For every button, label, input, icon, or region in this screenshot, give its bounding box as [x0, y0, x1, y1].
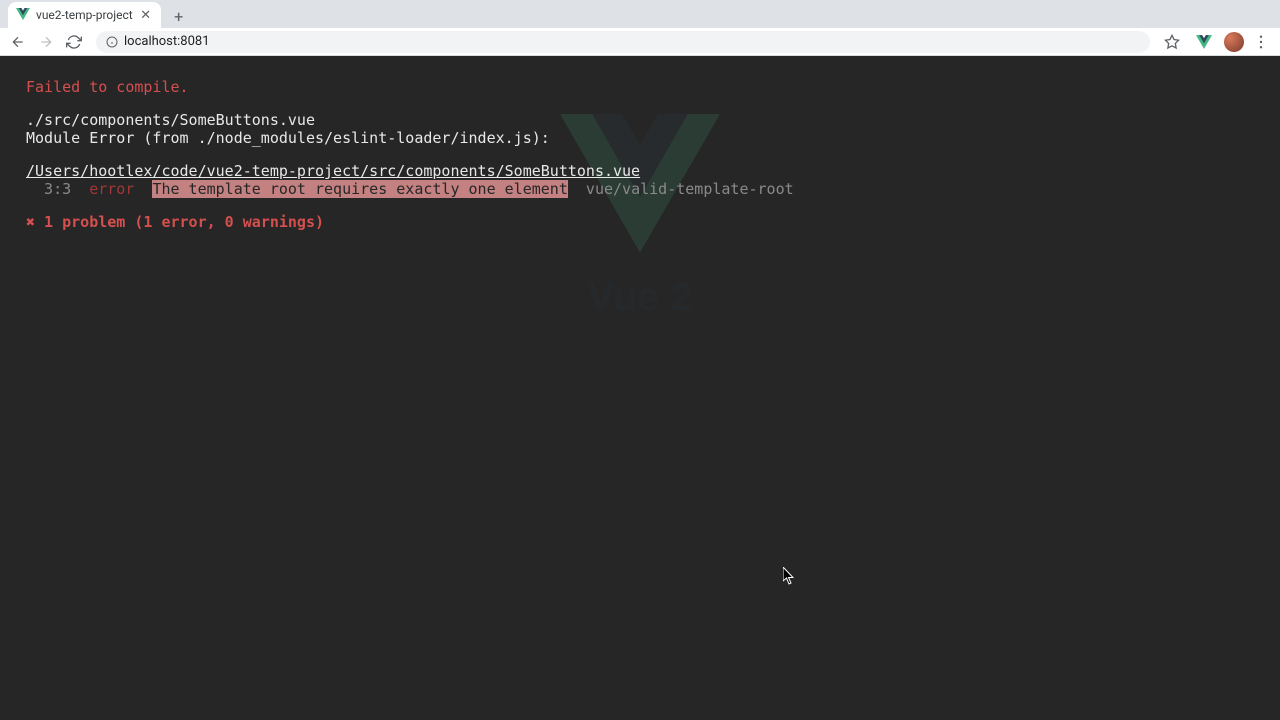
lint-error-line: 3:3 error The template root requires exa…: [26, 180, 1254, 198]
error-file-absolute: /Users/hootlex/code/vue2-temp-project/sr…: [26, 162, 1254, 180]
reload-button[interactable]: [62, 30, 86, 54]
vue-favicon: [16, 8, 30, 22]
tab-strip: vue2-temp-project ✕ +: [0, 0, 1280, 28]
error-location: 3:3: [26, 180, 71, 198]
new-tab-button[interactable]: +: [167, 4, 191, 28]
tab-title: vue2-temp-project: [36, 8, 133, 22]
page-viewport: Vue 2 Failed to compile. ./src/component…: [0, 56, 1280, 720]
url-text: localhost:8081: [124, 34, 210, 49]
browser-tab[interactable]: vue2-temp-project ✕: [8, 2, 161, 28]
module-error-line: Module Error (from ./node_modules/eslint…: [26, 129, 1254, 147]
browser-toolbar: localhost:8081: [0, 28, 1280, 56]
site-info-icon[interactable]: [106, 36, 118, 48]
error-rule: vue/valid-template-root: [586, 180, 794, 198]
back-button[interactable]: [6, 30, 30, 54]
compile-error-overlay: Failed to compile. ./src/components/Some…: [0, 56, 1280, 720]
vue-devtools-icon[interactable]: [1192, 30, 1216, 54]
star-icon[interactable]: [1160, 30, 1184, 54]
close-tab-icon[interactable]: ✕: [139, 8, 153, 22]
error-level: error: [89, 180, 134, 198]
error-file-relative: ./src/components/SomeButtons.vue: [26, 111, 1254, 129]
error-message: The template root requires exactly one e…: [152, 180, 567, 198]
error-header: Failed to compile.: [26, 78, 1254, 96]
address-bar[interactable]: localhost:8081: [96, 31, 1150, 53]
forward-button[interactable]: [34, 30, 58, 54]
browser-menu-icon[interactable]: [1252, 33, 1270, 51]
error-summary: ✖ 1 problem (1 error, 0 warnings): [26, 213, 1254, 231]
profile-avatar[interactable]: [1224, 32, 1244, 52]
